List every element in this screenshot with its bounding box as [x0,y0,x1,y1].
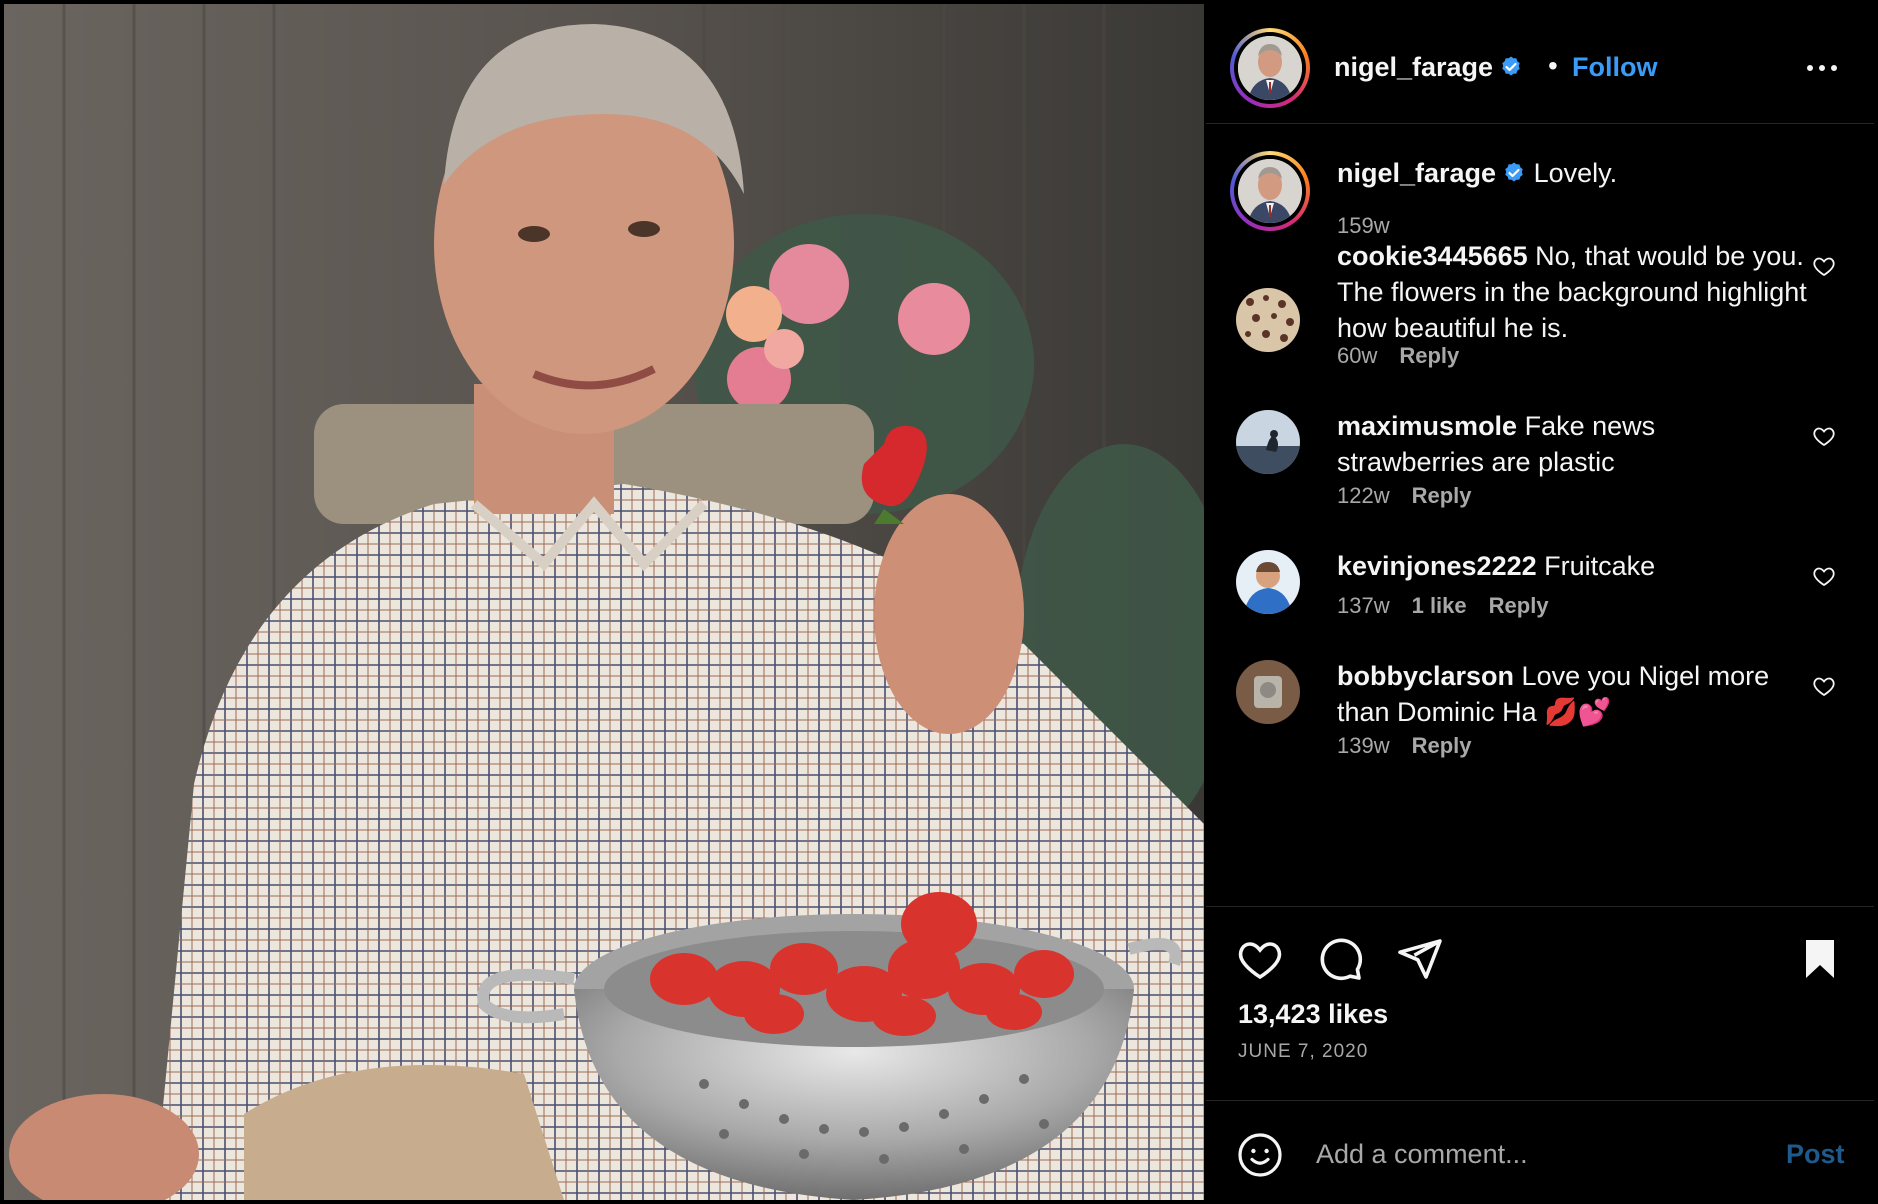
commenter-avatar-image [1236,288,1300,352]
caption-author-avatar[interactable] [1230,151,1310,231]
instagram-post-modal: nigel_farage • Follow nigel_farage Lovel… [0,0,1878,1204]
share-paper-plane-icon[interactable] [1396,935,1444,983]
reply-button[interactable]: Reply [1399,343,1459,368]
comment-meta: 122w Reply [1337,483,1472,509]
comments-list[interactable]: nigel_farage Lovely. 159w cookie3445665 … [1206,125,1874,905]
caption-author-avatar-image [1238,159,1302,223]
commenter-avatar[interactable] [1236,550,1300,614]
post-photo-image [4,4,1204,1200]
comment-like-heart-icon[interactable] [1812,564,1836,588]
post-header: nigel_farage • Follow [1206,4,1874,124]
comment-meta: 137w 1 like Reply [1337,593,1549,619]
comment-username[interactable]: cookie3445665 [1337,241,1528,271]
caption-text: nigel_farage Lovely. [1337,155,1807,191]
comment-like-heart-icon[interactable] [1812,674,1836,698]
comment-time[interactable]: 122w [1337,483,1390,508]
comment-username[interactable]: kevinjones2222 [1337,551,1537,581]
author-avatar-image [1238,36,1302,100]
commenter-avatar[interactable] [1236,288,1300,352]
author-username[interactable]: nigel_farage [1334,52,1523,83]
commenter-avatar-image [1236,410,1300,474]
like-heart-icon[interactable] [1236,935,1284,983]
more-options-icon[interactable] [1798,48,1846,88]
caption-body: Lovely. [1533,158,1618,188]
caption-time[interactable]: 159w [1337,213,1390,238]
comment-text: bobbyclarson Love you Nigel more than Do… [1337,658,1807,730]
verified-badge-icon [1502,56,1520,76]
comment-like-heart-icon[interactable] [1812,254,1836,278]
comment-time[interactable]: 139w [1337,733,1390,758]
comment-username[interactable]: maximusmole [1337,411,1517,441]
author-username-text[interactable]: nigel_farage [1334,52,1493,82]
comment-like-count[interactable]: 1 like [1412,593,1467,618]
caption-meta: 159w [1337,213,1390,239]
caption-username[interactable]: nigel_farage [1337,158,1496,188]
comment-text: cookie3445665 No, that would be you. The… [1337,238,1807,346]
header-separator: • [1548,50,1558,81]
comment-like-heart-icon[interactable] [1812,424,1836,448]
comment-username[interactable]: bobbyclarson [1337,661,1514,691]
reply-button[interactable]: Reply [1412,733,1472,758]
saved-bookmark-icon[interactable] [1796,935,1844,983]
post-side-panel: nigel_farage • Follow nigel_farage Lovel… [1206,4,1874,1200]
post-actions-bar: 13,423 likes JUNE 7, 2020 [1206,906,1874,1100]
emoji-smiley-icon[interactable] [1236,1131,1284,1179]
commenter-avatar-image [1236,660,1300,724]
commenter-avatar-image [1236,550,1300,614]
comment-bubble-icon[interactable] [1316,935,1364,983]
post-photo [4,4,1204,1200]
reply-button[interactable]: Reply [1412,483,1472,508]
comment-meta: 139w Reply [1337,733,1472,759]
verified-badge-icon [1505,162,1523,182]
post-date: JUNE 7, 2020 [1238,1041,1369,1062]
post-comment-button[interactable]: Post [1786,1139,1845,1170]
add-comment-input[interactable] [1316,1127,1756,1181]
commenter-avatar[interactable] [1236,410,1300,474]
reply-button[interactable]: Reply [1489,593,1549,618]
comment-time[interactable]: 137w [1337,593,1390,618]
commenter-avatar[interactable] [1236,660,1300,724]
author-avatar[interactable] [1230,28,1310,108]
follow-button[interactable]: Follow [1572,52,1657,83]
comment-time[interactable]: 60w [1337,343,1377,368]
comment-text: maximusmole Fake news strawberries are p… [1337,408,1807,480]
comment-meta: 60w Reply [1337,343,1459,369]
add-comment-bar: Post [1206,1100,1874,1200]
comment-text: kevinjones2222 Fruitcake [1337,548,1807,584]
likes-count[interactable]: 13,423 likes [1238,999,1388,1030]
comment-body: Fruitcake [1544,551,1656,581]
